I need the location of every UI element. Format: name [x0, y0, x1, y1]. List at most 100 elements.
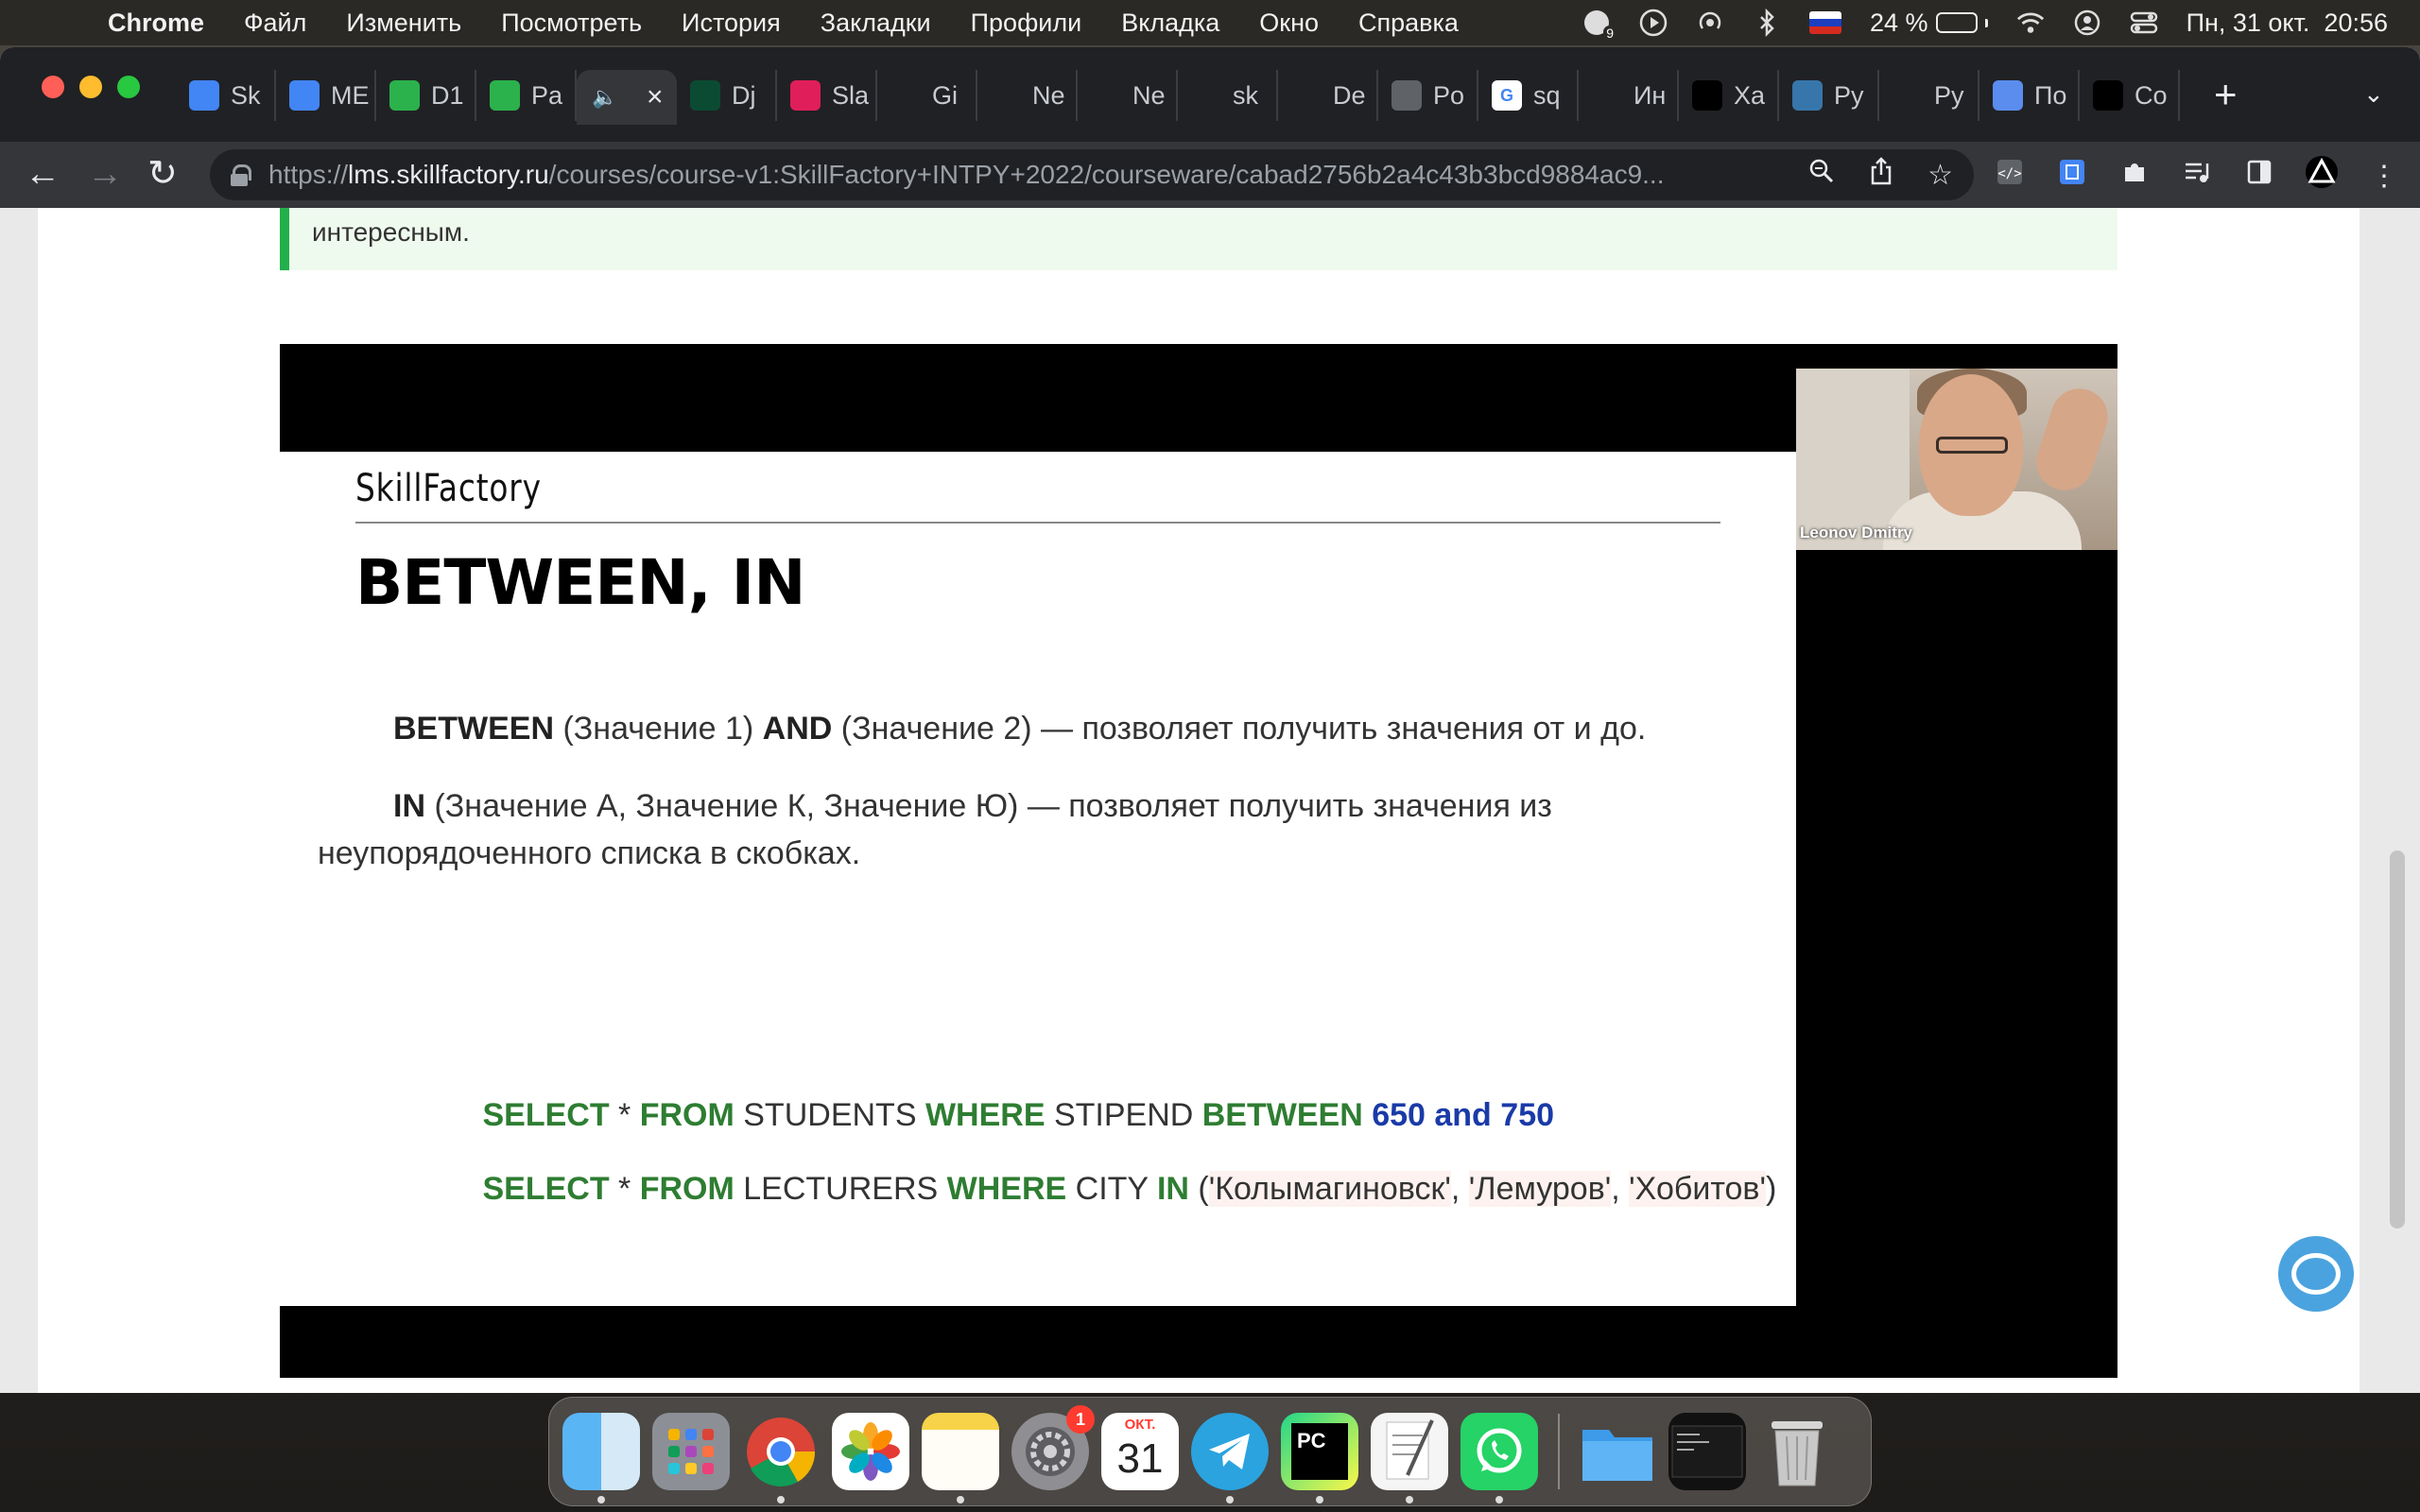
side-panel-icon[interactable] — [2242, 159, 2276, 193]
new-tab-button[interactable]: + — [2214, 75, 2238, 114]
tab-title: Ne — [1032, 80, 1065, 110]
launchpad-icon[interactable] — [652, 1413, 730, 1490]
system-preferences-icon[interactable]: 1 — [1011, 1405, 1095, 1490]
tab-title: De — [1333, 80, 1366, 110]
media-controls-icon[interactable] — [2180, 158, 2214, 194]
address-bar[interactable]: https://lms.skillfactory.ru/courses/cour… — [210, 149, 1974, 200]
close-tab-icon[interactable]: × — [647, 81, 664, 113]
slide-in-definition-cont: неупорядоченного списка в скобках. — [318, 835, 861, 871]
textedit-icon[interactable] — [1371, 1413, 1448, 1503]
notifications-icon[interactable]: 9 — [1582, 9, 1617, 41]
sql-text: , — [1611, 1171, 1630, 1207]
forward-arrow-icon[interactable]: → — [87, 155, 123, 193]
browser-tab[interactable]: Ин — [1579, 70, 1679, 121]
info-note-text: интересным. — [312, 217, 470, 247]
chrome-app-icon[interactable] — [742, 1413, 820, 1503]
browser-tab[interactable]: D1 — [376, 70, 476, 121]
menu-view[interactable]: Посмотреть — [501, 9, 642, 38]
menu-window[interactable]: Окно — [1259, 9, 1319, 38]
zoom-magnifier-icon[interactable] — [1808, 158, 1835, 192]
lock-icon[interactable] — [231, 164, 251, 186]
lecture-video-player[interactable]: SkillFactory BETWEEN, IN BETWEEN (Значен… — [280, 344, 2118, 1378]
app-menu: Chrome Файл Изменить Посмотреть История … — [108, 9, 1498, 38]
browser-tab[interactable]: Ne — [1078, 70, 1178, 121]
calendar-icon[interactable]: ОКТ. 31 — [1101, 1413, 1179, 1490]
control-center-icon[interactable] — [2130, 9, 2158, 37]
browser-tab[interactable]: Py — [1779, 70, 1879, 121]
browser-tab[interactable]: Gi — [877, 70, 977, 121]
photos-icon[interactable] — [832, 1413, 909, 1490]
google-docs-icon — [189, 80, 219, 111]
notes-icon[interactable] — [922, 1413, 999, 1503]
downloads-folder-icon[interactable] — [1579, 1413, 1656, 1490]
browser-tab[interactable]: По — [1979, 70, 2080, 121]
sql-column: STIPEND — [1045, 1097, 1202, 1133]
browser-tab[interactable]: Pa — [476, 70, 577, 121]
menu-app-name[interactable]: Chrome — [108, 9, 204, 38]
jetbrains-icon — [2093, 80, 2123, 111]
play-icon[interactable] — [1639, 9, 1668, 37]
pycharm-icon[interactable]: PC — [1281, 1413, 1358, 1503]
tab-title: Pa — [531, 80, 563, 110]
menu-bookmarks[interactable]: Закладки — [821, 9, 931, 38]
browser-tab[interactable]: sk — [1178, 70, 1278, 121]
trash-icon[interactable] — [1758, 1413, 1836, 1490]
share-icon[interactable] — [1869, 157, 1893, 193]
tab-search-chevron-icon[interactable]: ⌄ — [2363, 79, 2384, 109]
wifi-icon[interactable] — [2016, 9, 2045, 37]
translate-extension-icon[interactable] — [2055, 158, 2089, 194]
browser-tab[interactable]: Py — [1879, 70, 1979, 121]
bluetooth-icon[interactable] — [1753, 9, 1781, 37]
menu-tab[interactable]: Вкладка — [1121, 9, 1219, 38]
browser-tab[interactable]: Ne — [977, 70, 1078, 121]
airdrop-icon[interactable] — [1696, 9, 1724, 37]
browser-tab[interactable]: Gsq — [1478, 70, 1579, 121]
whatsapp-icon[interactable] — [1461, 1413, 1538, 1503]
profile-avatar-icon[interactable] — [2305, 155, 2339, 197]
dock-separator — [1558, 1414, 1560, 1489]
close-window-button[interactable] — [42, 76, 64, 98]
extensions-puzzle-icon[interactable] — [2118, 158, 2152, 194]
user-account-icon[interactable] — [2073, 9, 2101, 37]
menu-edit[interactable]: Изменить — [346, 9, 461, 38]
menu-help[interactable]: Справка — [1358, 9, 1459, 38]
menu-file[interactable]: Файл — [244, 9, 306, 38]
presentation-slide: SkillFactory BETWEEN, IN BETWEEN (Значен… — [280, 452, 1796, 1306]
browser-tab[interactable]: De — [1278, 70, 1378, 121]
browser-tab[interactable]: Sla — [777, 70, 877, 121]
battery-status[interactable]: 24 % — [1870, 9, 1988, 38]
zoom-window-button[interactable] — [117, 76, 140, 98]
browser-tab[interactable]: Ха — [1679, 70, 1779, 121]
in-keyword: IN — [393, 788, 425, 824]
input-source-russian-flag-icon[interactable] — [1809, 11, 1842, 34]
browser-tab[interactable]: Dj — [677, 70, 777, 121]
tab-title: Ин — [1634, 80, 1667, 110]
clock[interactable]: Пн, 31 окт. 20:56 — [2187, 9, 2388, 38]
speaker-icon: 🔈 — [590, 82, 620, 112]
browser-tab[interactable]: Sk — [176, 70, 276, 121]
bookmark-star-icon[interactable]: ☆ — [1927, 159, 1953, 192]
browser-tab[interactable]: ME — [276, 70, 376, 121]
slide-title: BETWEEN, IN — [355, 546, 805, 619]
sql-table: LECTURERS — [734, 1171, 947, 1207]
menu-profiles[interactable]: Профили — [971, 9, 1082, 38]
browser-tab[interactable]: Po — [1378, 70, 1478, 121]
url-text[interactable]: https://lms.skillfactory.ru/courses/cour… — [268, 160, 1781, 190]
page-scrollbar[interactable] — [2390, 850, 2405, 1228]
terminal-window-icon[interactable] — [1668, 1413, 1746, 1490]
chrome-menu-kebab-icon[interactable]: ⋮ — [2367, 160, 2401, 193]
telegram-icon[interactable] — [1191, 1413, 1269, 1503]
devtools-extension-icon[interactable]: </> — [1993, 158, 2027, 194]
between-description: (Значение 2) — позволяет получить значен… — [832, 711, 1647, 747]
chat-support-button[interactable] — [2278, 1236, 2354, 1312]
browser-tab[interactable]: Co — [2080, 70, 2180, 121]
minimize-window-button[interactable] — [79, 76, 102, 98]
back-arrow-icon[interactable]: ← — [25, 155, 60, 193]
menu-history[interactable]: История — [682, 9, 781, 38]
google-icon: G — [1492, 80, 1522, 111]
extensions-bar: </> ⋮ — [1993, 155, 2401, 197]
finder-icon[interactable] — [562, 1413, 640, 1503]
sql-keyword: FROM — [639, 1097, 735, 1133]
reload-icon[interactable]: ↻ — [147, 155, 178, 193]
browser-tab[interactable]: 🔈 × — [577, 70, 677, 125]
